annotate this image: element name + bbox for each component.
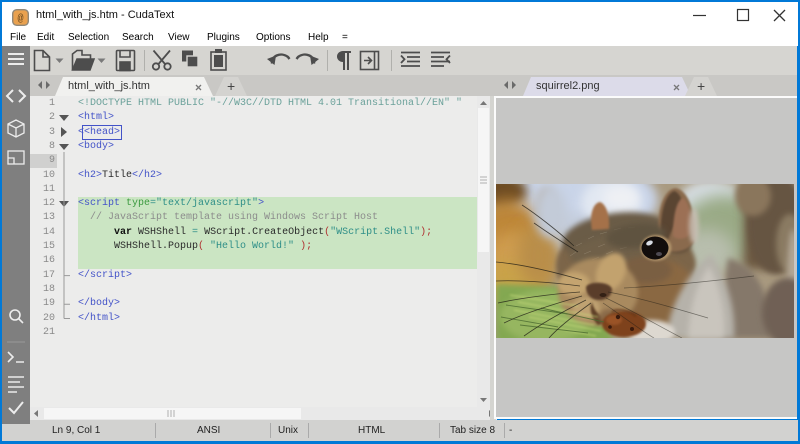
svg-text:@: @	[17, 13, 23, 25]
